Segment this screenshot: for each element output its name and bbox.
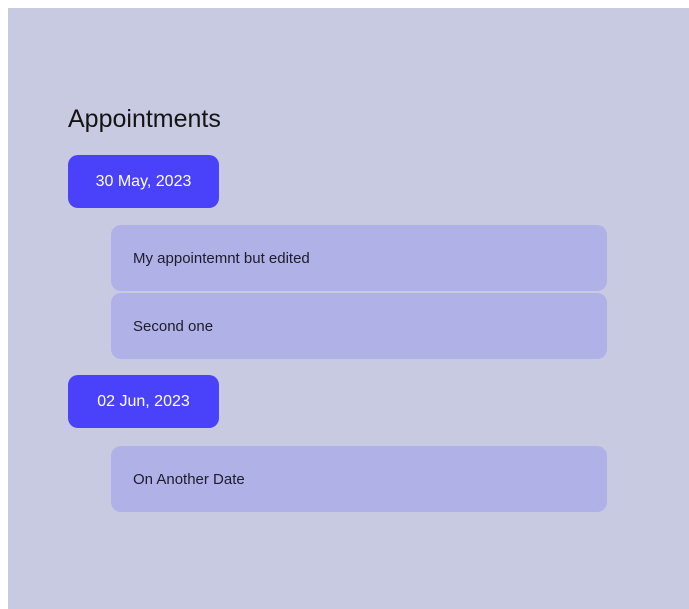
appointments-panel: Appointments 30 May, 2023 My appointemnt… (8, 8, 689, 609)
date-chip[interactable]: 02 Jun, 2023 (68, 375, 219, 428)
date-chip[interactable]: 30 May, 2023 (68, 155, 219, 208)
appointment-title: My appointemnt but edited (133, 249, 310, 267)
appointment-title: On Another Date (133, 470, 245, 488)
appointment-card[interactable]: Second one (111, 293, 607, 359)
appointment-card[interactable]: My appointemnt but edited (111, 225, 607, 291)
appointment-card[interactable]: On Another Date (111, 446, 607, 512)
appointment-title: Second one (133, 317, 214, 335)
page-title: Appointments (68, 105, 221, 133)
